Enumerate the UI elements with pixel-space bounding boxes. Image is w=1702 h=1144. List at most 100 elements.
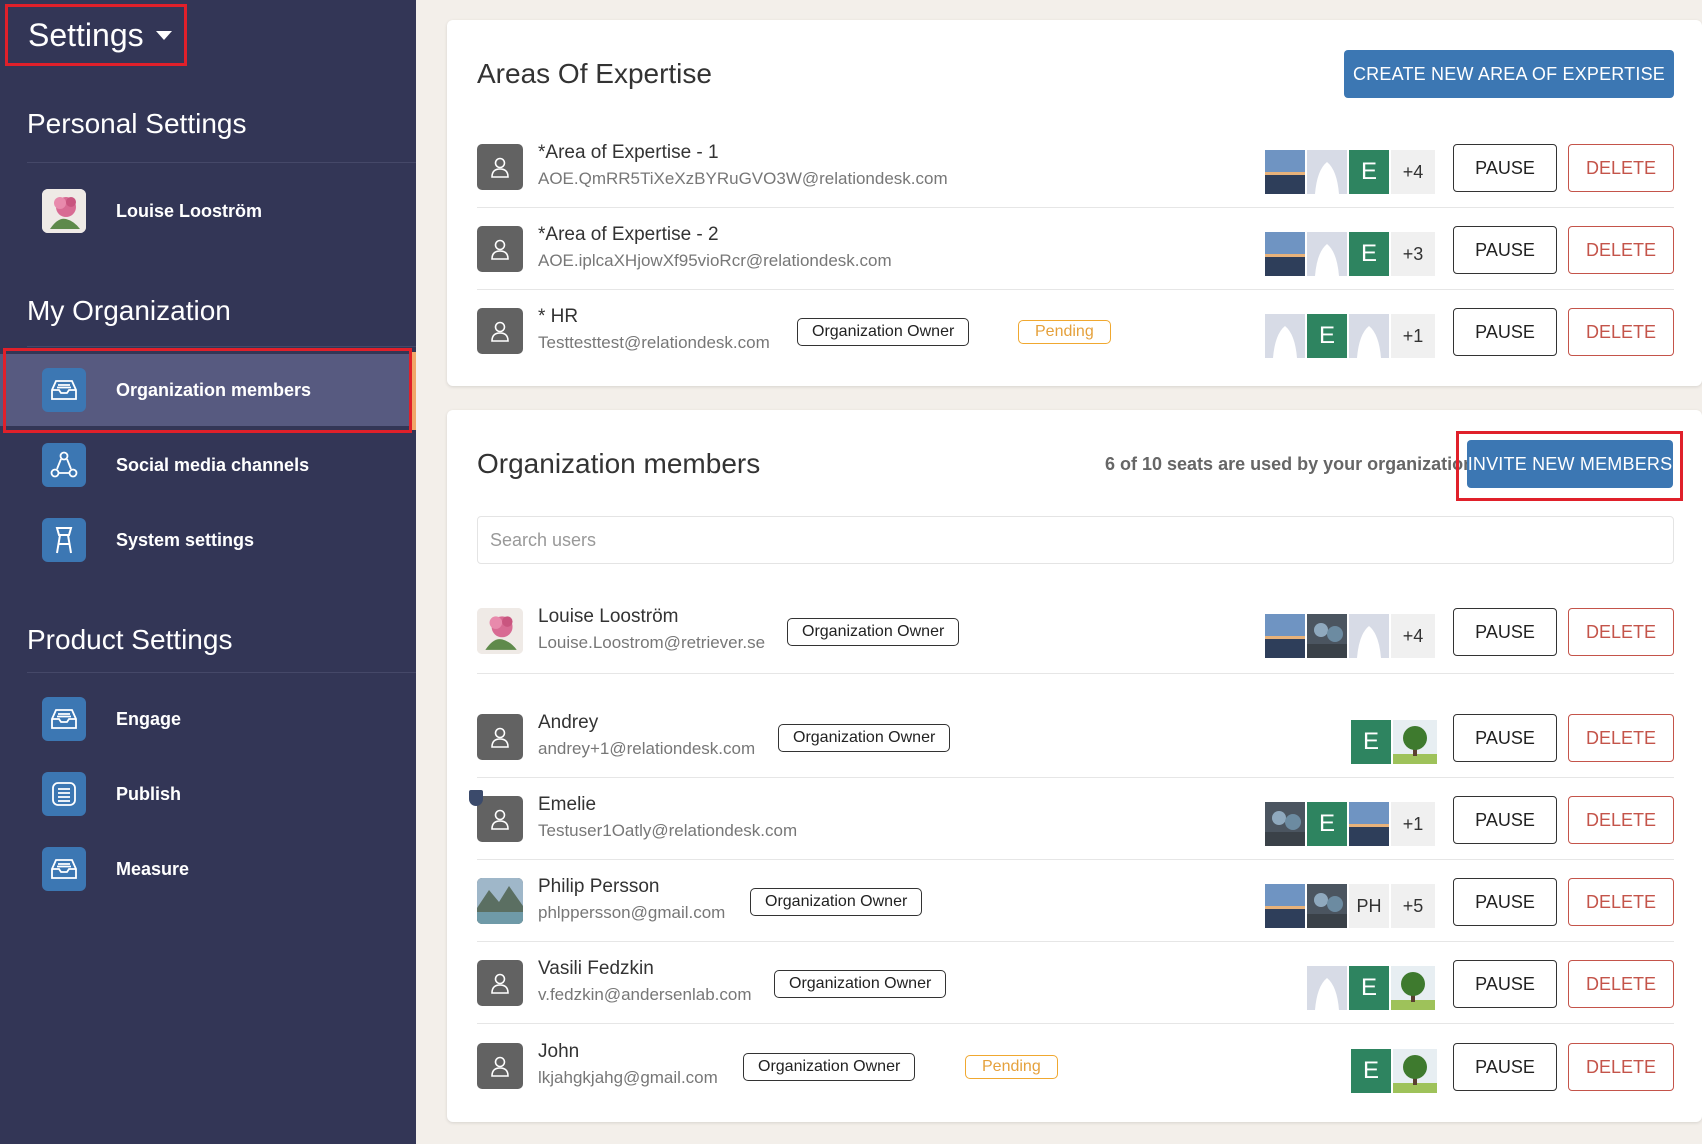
settings-title: Settings	[28, 16, 144, 53]
sidebar-item-label: Organization members	[116, 379, 312, 400]
sidebar-item-social-media-channels[interactable]: Social media channels	[0, 429, 416, 501]
pending-badge: Pending	[965, 1055, 1058, 1079]
user-icon	[477, 1043, 523, 1089]
sidebar-item-organization-members[interactable]: Organization members	[0, 354, 416, 426]
member-row: John lkjahgkjahg@gmail.com Organization …	[477, 1025, 1674, 1107]
member-chips: E +1	[1265, 314, 1435, 358]
delete-button[interactable]: DELETE	[1568, 226, 1674, 274]
member-email: Testuser1Oatly@relationdesk.com	[538, 821, 798, 840]
delete-button[interactable]: DELETE	[1568, 608, 1674, 656]
landscape-avatar	[1265, 884, 1305, 928]
card-title: Areas Of Expertise	[477, 58, 712, 89]
photo-avatar	[1307, 884, 1347, 928]
user-icon	[477, 226, 523, 272]
pause-button[interactable]: PAUSE	[1453, 878, 1557, 926]
organization-owner-badge: Organization Owner	[797, 318, 970, 346]
member-row: Philip Persson phlppersson@gmail.com Org…	[477, 860, 1674, 942]
member-email: andrey+1@relationdesk.com	[538, 739, 756, 758]
divider	[27, 346, 416, 347]
initial-avatar: E	[1351, 1049, 1391, 1093]
initial-avatar: E	[1351, 720, 1391, 764]
delete-button[interactable]: DELETE	[1568, 144, 1674, 192]
sidebar-item-system-settings[interactable]: System settings	[0, 504, 416, 576]
create-area-of-expertise-button[interactable]: CREATE NEW AREA OF EXPERTISE	[1344, 50, 1674, 98]
silhouette-avatar	[1307, 966, 1347, 1010]
member-email: lkjahgkjahg@gmail.com	[538, 1068, 718, 1087]
tree-avatar	[1393, 1049, 1437, 1093]
sidebar-item-publish[interactable]: Publish	[0, 758, 416, 830]
section-personal-settings: Personal Settings	[27, 108, 247, 139]
tree-avatar	[1393, 720, 1437, 764]
member-chips: E	[1351, 720, 1437, 764]
user-avatar	[477, 608, 523, 654]
user-icon	[477, 144, 523, 190]
document-icon	[42, 772, 86, 816]
sidebar-item-measure[interactable]: Measure	[0, 833, 416, 905]
sidebar-item-label: System settings	[116, 529, 255, 550]
pause-button[interactable]: PAUSE	[1453, 960, 1557, 1008]
more-count: +1	[1391, 314, 1435, 358]
delete-button[interactable]: DELETE	[1568, 308, 1674, 356]
sidebar-item-engage[interactable]: Engage	[0, 683, 416, 755]
sidebar-item-label: Publish	[116, 783, 182, 804]
user-avatar	[42, 189, 86, 233]
member-row: Emelie Testuser1Oatly@relationdesk.com E…	[469, 778, 1674, 860]
aoe-name: *Area of Expertise - 1	[538, 142, 719, 163]
initial-avatar: E	[1307, 314, 1347, 358]
organization-owner-badge: Organization Owner	[750, 888, 923, 916]
delete-button[interactable]: DELETE	[1568, 878, 1674, 926]
seats-usage-text: 6 of 10 seats are used by your organizat…	[1105, 454, 1475, 474]
invite-new-members-button[interactable]: INVITE NEW MEMBERS	[1467, 440, 1673, 488]
member-chips: E +3	[1265, 232, 1435, 276]
sidebar-item-user-profile[interactable]: Louise Looström	[0, 175, 416, 247]
pause-button[interactable]: PAUSE	[1453, 144, 1557, 192]
shield-icon	[469, 790, 483, 806]
member-email: v.fedzkin@andersenlab.com	[538, 985, 752, 1004]
pause-button[interactable]: PAUSE	[1453, 1043, 1557, 1091]
member-name: John	[538, 1041, 580, 1062]
landscape-avatar	[1265, 150, 1305, 194]
member-row: Vasili Fedzkin v.fedzkin@andersenlab.com…	[477, 942, 1674, 1024]
pause-button[interactable]: PAUSE	[1453, 714, 1557, 762]
pause-button[interactable]: PAUSE	[1453, 226, 1557, 274]
delete-button[interactable]: DELETE	[1568, 796, 1674, 844]
sidebar-item-label: Louise Looström	[116, 200, 263, 221]
more-count: +5	[1391, 884, 1435, 928]
active-indicator	[410, 352, 416, 430]
landscape-avatar	[1349, 802, 1389, 846]
aoe-email: AOE.QmRR5TiXeXzBYRuGVO3W@relationdesk.co…	[538, 169, 948, 188]
inbox-icon	[42, 368, 86, 412]
member-row: Andrey andrey+1@relationdesk.com Organiz…	[477, 696, 1674, 778]
sidebar-item-label: Engage	[116, 708, 182, 729]
landscape-avatar	[1265, 232, 1305, 276]
aoe-name: *Area of Expertise - 2	[538, 224, 719, 245]
robot-icon	[42, 518, 86, 562]
organization-owner-badge: Organization Owner	[774, 970, 947, 998]
member-email: phlppersson@gmail.com	[538, 903, 726, 922]
settings-dropdown[interactable]: Settings	[5, 4, 187, 66]
landscape-avatar	[1265, 614, 1305, 658]
silhouette-avatar	[1307, 150, 1347, 194]
initial-avatar: E	[1349, 966, 1389, 1010]
silhouette-avatar	[1265, 314, 1305, 358]
silhouette-avatar	[1349, 314, 1389, 358]
delete-button[interactable]: DELETE	[1568, 1043, 1674, 1091]
sidebar-item-label: Measure	[116, 858, 190, 879]
member-name: Emelie	[538, 794, 597, 815]
sidebar-item-label: Social media channels	[116, 454, 310, 475]
user-icon	[477, 796, 523, 842]
member-name: Vasili Fedzkin	[538, 958, 654, 979]
delete-button[interactable]: DELETE	[1568, 714, 1674, 762]
pause-button[interactable]: PAUSE	[1453, 308, 1557, 356]
user-icon	[477, 960, 523, 1006]
search-users-input[interactable]	[477, 516, 1674, 564]
pause-button[interactable]: PAUSE	[1453, 608, 1557, 656]
aoe-email: Testtesttest@relationdesk.com	[538, 333, 770, 352]
delete-button[interactable]: DELETE	[1568, 960, 1674, 1008]
member-chips: E +4	[1265, 150, 1435, 194]
more-count: +4	[1391, 614, 1435, 658]
pause-button[interactable]: PAUSE	[1453, 796, 1557, 844]
member-name: Philip Persson	[538, 876, 660, 897]
initials-avatar: PH	[1349, 884, 1389, 928]
user-icon	[477, 308, 523, 354]
